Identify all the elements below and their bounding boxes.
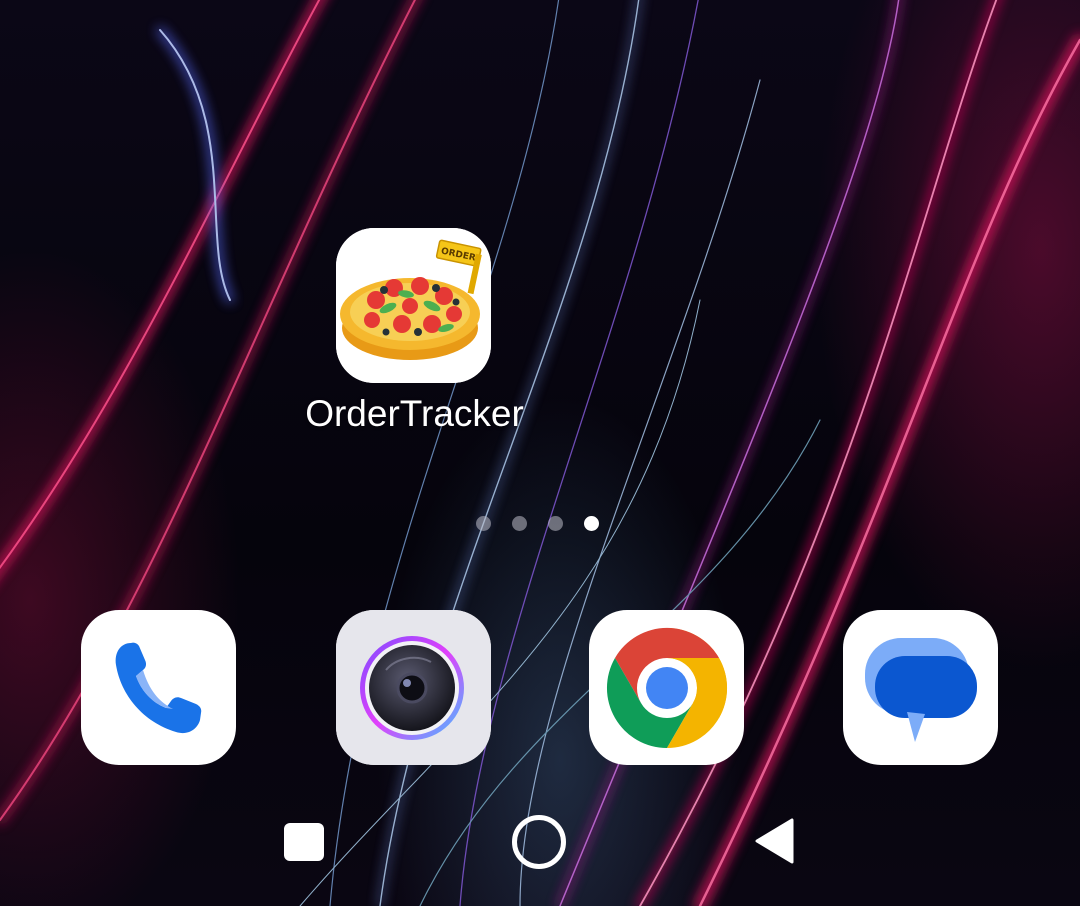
dock-camera-app[interactable] [336,610,491,765]
dock-chrome-app[interactable] [589,610,744,765]
page-indicator [476,515,599,531]
home-screen: ORDER OrderTracker [0,0,1080,906]
messages-icon [865,638,977,742]
ordertracker-app-icon[interactable]: ORDER [336,228,491,383]
wallpaper [0,0,1080,906]
ordertracker-app-label[interactable]: OrderTracker [270,390,559,438]
dock-messages-app[interactable] [843,610,998,765]
back-button[interactable] [754,818,794,864]
phone-icon [115,642,202,734]
page-dot-2[interactable] [512,515,527,531]
recents-button[interactable] [284,823,324,861]
home-button[interactable] [512,815,566,869]
camera-icon [336,610,491,765]
page-dot-1[interactable] [476,515,491,531]
chrome-icon [606,627,728,748]
pizza-icon: ORDER [336,228,491,383]
home-button-inner [525,828,553,856]
page-dot-3[interactable] [548,515,563,531]
back-triangle-icon [755,818,794,864]
dock-phone-app[interactable] [81,610,236,765]
page-dot-4-active[interactable] [584,515,599,531]
